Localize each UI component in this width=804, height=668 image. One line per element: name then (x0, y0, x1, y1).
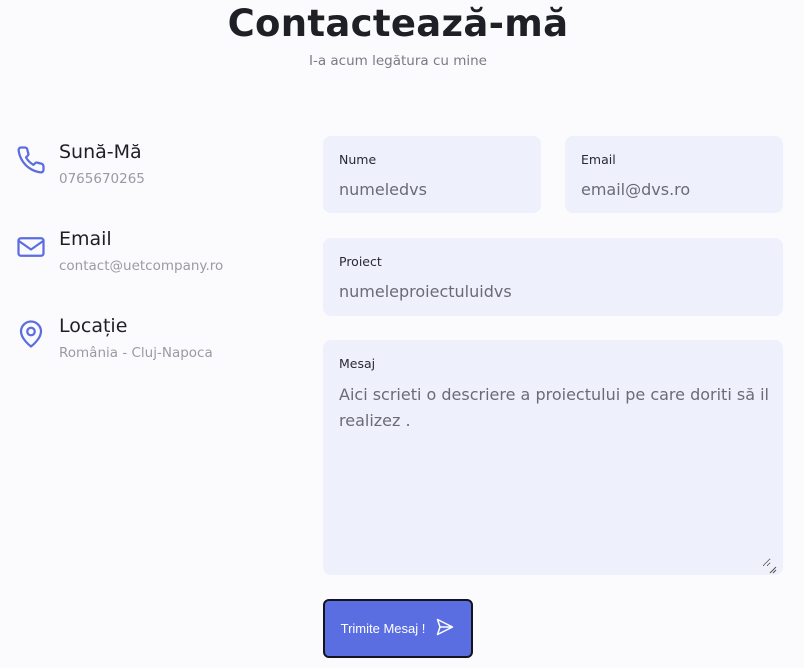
name-field-label: Nume (339, 152, 377, 167)
page-title: Contactează-mă (227, 2, 569, 45)
phone-icon (16, 145, 46, 175)
location-pin-icon (16, 319, 46, 349)
send-icon (435, 617, 455, 640)
submit-button-label: Trimite Mesaj ! (340, 621, 426, 636)
project-field: Proiect (323, 238, 783, 316)
email-field: Email (565, 136, 783, 213)
email-label: Email (59, 228, 112, 250)
phone-label: Sună-Mă (59, 141, 142, 163)
email-input[interactable] (581, 178, 767, 200)
name-input[interactable] (339, 178, 525, 200)
email-value: contact@uetcompany.ro (59, 258, 224, 274)
message-field-label: Mesaj (339, 356, 376, 371)
email-field-label: Email (581, 152, 616, 167)
page-subtitle: I-a acum legătura cu mine (308, 53, 487, 69)
message-field: Mesaj Aici scrieti o descriere a proiect… (323, 340, 783, 575)
resize-handle-icon[interactable] (767, 559, 777, 574)
name-field: Nume (323, 136, 541, 213)
phone-value: 0765670265 (59, 171, 145, 187)
location-label: Locație (59, 315, 128, 337)
envelope-icon (16, 232, 46, 262)
submit-button[interactable]: Trimite Mesaj ! (323, 599, 473, 658)
location-value: România - Cluj-Napoca (59, 345, 213, 361)
project-field-label: Proiect (339, 254, 382, 269)
project-input[interactable] (339, 280, 767, 302)
message-textarea[interactable]: Aici scrieti o descriere a proiectului p… (339, 382, 771, 567)
